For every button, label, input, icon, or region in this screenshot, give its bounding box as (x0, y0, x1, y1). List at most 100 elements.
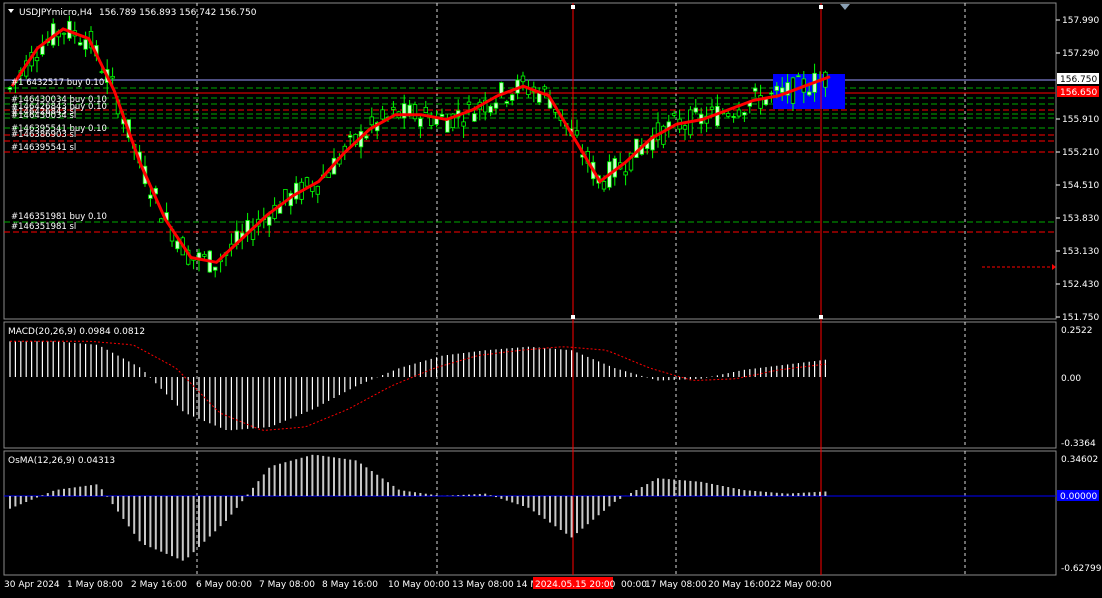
candle-body (509, 94, 515, 101)
candle-body (693, 107, 698, 113)
candle-body (493, 102, 499, 109)
candle-body (412, 104, 418, 120)
order-label: #146351981 sl (11, 222, 76, 232)
marker-handle[interactable] (819, 315, 823, 319)
time-label: 17 May 08:00 (645, 580, 707, 590)
candle-body (731, 116, 736, 118)
time-label: 30 Apr 2024 (4, 580, 60, 590)
candle-body (742, 112, 747, 116)
candle-body (520, 75, 526, 83)
macd-tick-zero: 0.00 (1061, 374, 1081, 384)
candle-body (461, 121, 466, 127)
ohlc-readout: 156.789 156.893 156.742 156.750 (99, 8, 257, 18)
candle-body (682, 125, 688, 130)
macd-tick-top: 0.2522 (1061, 326, 1093, 336)
time-label: 2024.05.15 20:00 (535, 580, 616, 590)
order-label: #1 6432517 buy 0.10 (11, 78, 104, 88)
candle-body (175, 240, 180, 250)
candle-body (78, 42, 83, 46)
candle-body (542, 86, 547, 90)
candle-body (61, 32, 67, 35)
time-label: 8 May 16:00 (322, 580, 378, 590)
candle-body (709, 106, 715, 110)
candle-body (726, 113, 731, 117)
time-label: 10 May 00:00 (388, 580, 450, 590)
candle-body (499, 82, 504, 94)
candle-body (347, 135, 353, 138)
candle-body (304, 177, 310, 187)
price-tick-label: 153.830 (1062, 214, 1099, 224)
price-tick-label: 155.910 (1062, 115, 1099, 125)
red-price-label: 156.650 (1060, 88, 1097, 98)
time-axis[interactable]: 30 Apr 2024 1 May 08:00 2 May 16:00 6 May 0… (4, 577, 832, 590)
current-price-label: 156.750 (1060, 75, 1097, 85)
shift-marker-icon[interactable] (840, 4, 850, 10)
moving-average-line (10, 27, 831, 264)
order-label: #146430034 sl (11, 111, 76, 121)
price-axis[interactable]: 157.990 157.290 155.910 155.210 154.510 153.8… (1056, 16, 1099, 323)
candle-body (504, 101, 509, 104)
candle-body (99, 71, 104, 73)
candle-body (655, 122, 661, 141)
time-label: 6 May 00:00 (196, 580, 252, 590)
candle-body (472, 113, 477, 122)
order-label: #146386903 sl (11, 130, 76, 140)
order-labels: #1 6432517 buy 0.10#146430034 buy 0.10#1… (11, 78, 107, 232)
macd-label: MACD(20,26,9) 0.0984 0.0812 (8, 327, 145, 337)
candle-body (380, 109, 385, 120)
candle-body (807, 91, 812, 96)
trading-chart-window: #1 6432517 buy 0.10 #146430034 buy 0.10 #1… (0, 0, 1102, 598)
price-tick-label: 154.510 (1062, 181, 1099, 191)
candle-body (315, 185, 320, 195)
candles (7, 15, 828, 278)
candle-body (364, 135, 369, 139)
candle-body (753, 87, 758, 92)
candle-body (418, 118, 423, 127)
price-tick-label: 152.430 (1062, 280, 1099, 290)
candle-body (466, 101, 472, 105)
chart-canvas[interactable]: #1 6432517 buy 0.10#146430034 buy 0.10#1… (0, 0, 1102, 598)
price-tick-label: 155.210 (1062, 148, 1099, 158)
marker-handle[interactable] (819, 5, 823, 9)
osma-tick-bottom: -0.62799 (1061, 564, 1102, 574)
osma-histogram (9, 454, 827, 561)
candle-body (623, 171, 628, 176)
candle-body (266, 216, 272, 226)
time-label: 13 May 08:00 (452, 580, 514, 590)
candle-body (110, 75, 115, 79)
candle-body (391, 106, 396, 110)
time-label: 00:00 (621, 580, 647, 590)
candle-body (774, 85, 779, 91)
candle-body (488, 105, 493, 113)
symbol-label: USDJPYmicro,H4 (19, 8, 92, 18)
candle-body (148, 194, 153, 199)
candle-body (601, 181, 607, 190)
candle-body (661, 125, 666, 145)
time-label: 2 May 16:00 (131, 580, 187, 590)
macd-pane-border (3, 321, 1057, 449)
macd-histogram (9, 341, 827, 431)
price-tick-label: 157.990 (1062, 16, 1099, 26)
candle-body (672, 112, 677, 116)
candle-body (445, 119, 450, 133)
candle-body (780, 87, 785, 93)
time-label: 7 May 08:00 (259, 580, 315, 590)
candle-body (423, 106, 428, 114)
dropdown-arrow-icon[interactable] (8, 9, 14, 13)
candle-body (736, 109, 742, 117)
candle-body (212, 266, 218, 271)
osma-label: OsMA(12,26,9) 0.04313 (8, 456, 115, 466)
time-label: 1 May 08:00 (67, 580, 123, 590)
order-label: #146395541 sl (11, 143, 76, 153)
candle-body (158, 218, 164, 223)
marker-handle[interactable] (571, 315, 575, 319)
candle-body (83, 39, 88, 50)
macd-signal-line (10, 340, 826, 431)
osma-zero-label: 0.00000 (1060, 492, 1097, 502)
time-label: 20 May 16:00 (708, 580, 770, 590)
marker-handle[interactable] (571, 5, 575, 9)
osma-tick-top: 0.34602 (1061, 455, 1098, 465)
candle-body (439, 114, 445, 117)
candle-body (34, 56, 40, 62)
candle-body (769, 92, 774, 95)
